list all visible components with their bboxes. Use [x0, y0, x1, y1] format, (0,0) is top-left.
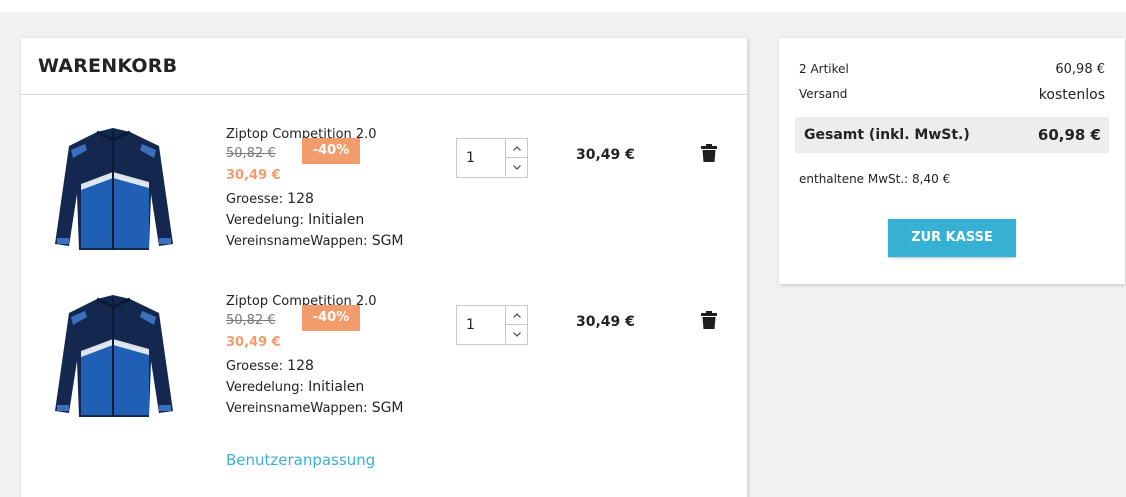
shipping-value: kostenlos: [1038, 87, 1105, 103]
discount-badge: -40%: [302, 138, 360, 164]
top-bar: [0, 0, 1126, 12]
attr-value: Initialen: [308, 379, 365, 395]
trash-icon[interactable]: [701, 144, 717, 162]
quantity-input[interactable]: [457, 139, 505, 177]
articles-value: 60,98 €: [1055, 62, 1105, 77]
cart-title: WARENKORB: [38, 55, 178, 77]
product-image[interactable]: [51, 293, 176, 421]
price-row: 50,82 € -40%: [226, 138, 446, 167]
attr-value: SGM: [371, 400, 404, 416]
chevron-down-icon: [512, 164, 521, 170]
trash-icon[interactable]: [701, 311, 717, 329]
line-total: 30,49 €: [576, 147, 635, 163]
old-price: 50,82 €: [226, 146, 276, 161]
cart-item: Ziptop Competition 2.0 50,82 € -40% 30,4…: [21, 126, 747, 276]
order-summary-panel: 2 Artikel 60,98 € Versand kostenlos Gesa…: [779, 38, 1125, 284]
total-value: 60,98 €: [1037, 126, 1101, 144]
attr-label: Groesse:: [226, 192, 284, 207]
quantity-stepper: [456, 305, 528, 345]
line-total: 30,49 €: [576, 314, 635, 330]
articles-label: 2 Artikel: [799, 62, 849, 76]
discount-badge: -40%: [302, 305, 360, 331]
item-info: Ziptop Competition 2.0 50,82 € -40% 30,4…: [226, 293, 446, 419]
attr-label: Groesse:: [226, 359, 284, 374]
summary-shipping-row: Versand kostenlos: [799, 87, 1105, 103]
quantity-stepper: [456, 138, 528, 178]
shipping-label: Versand: [799, 87, 848, 101]
attr-value: Initialen: [308, 212, 365, 228]
quantity-decrease-button[interactable]: [505, 325, 527, 343]
new-price: 30,49 €: [226, 335, 281, 350]
attr-value: 128: [287, 191, 314, 207]
summary-articles-row: 2 Artikel 60,98 €: [799, 62, 1105, 77]
attr-crest: VereinsnameWappen: SGM: [226, 398, 446, 419]
attr-value: SGM: [371, 233, 404, 249]
cart-item: Ziptop Competition 2.0 50,82 € -40% 30,4…: [21, 293, 747, 443]
attr-finish: Veredelung: Initialen: [226, 210, 446, 231]
attr-label: VereinsnameWappen:: [226, 401, 368, 416]
attr-label: VereinsnameWappen:: [226, 234, 368, 249]
summary-total-row: Gesamt (inkl. MwSt.) 60,98 €: [795, 117, 1109, 153]
chevron-up-icon: [512, 312, 521, 318]
cart-header: WARENKORB: [21, 38, 747, 95]
new-price: 30,49 €: [226, 168, 281, 183]
cart-panel: WARENKORB Ziptop Competition 2.0 50,82 €…: [21, 38, 747, 497]
attr-finish: Veredelung: Initialen: [226, 377, 446, 398]
price-row: 50,82 € -40%: [226, 305, 446, 334]
customization-link[interactable]: Benutzeranpassung: [226, 451, 375, 469]
quantity-increase-button[interactable]: [505, 306, 527, 325]
chevron-down-icon: [512, 331, 521, 337]
attr-size: Groesse: 128: [226, 189, 446, 210]
checkout-button[interactable]: ZUR KASSE: [888, 219, 1016, 257]
product-image[interactable]: [51, 126, 176, 254]
vat-info: enthaltene MwSt.: 8,40 €: [799, 172, 951, 186]
quantity-increase-button[interactable]: [505, 139, 527, 158]
old-price: 50,82 €: [226, 313, 276, 328]
total-label: Gesamt (inkl. MwSt.): [804, 127, 970, 143]
quantity-input[interactable]: [457, 306, 505, 344]
attr-value: 128: [287, 358, 314, 374]
chevron-up-icon: [512, 145, 521, 151]
item-info: Ziptop Competition 2.0 50,82 € -40% 30,4…: [226, 126, 446, 252]
attr-label: Veredelung:: [226, 380, 304, 395]
quantity-decrease-button[interactable]: [505, 158, 527, 176]
attr-size: Groesse: 128: [226, 356, 446, 377]
attr-crest: VereinsnameWappen: SGM: [226, 231, 446, 252]
attr-label: Veredelung:: [226, 213, 304, 228]
